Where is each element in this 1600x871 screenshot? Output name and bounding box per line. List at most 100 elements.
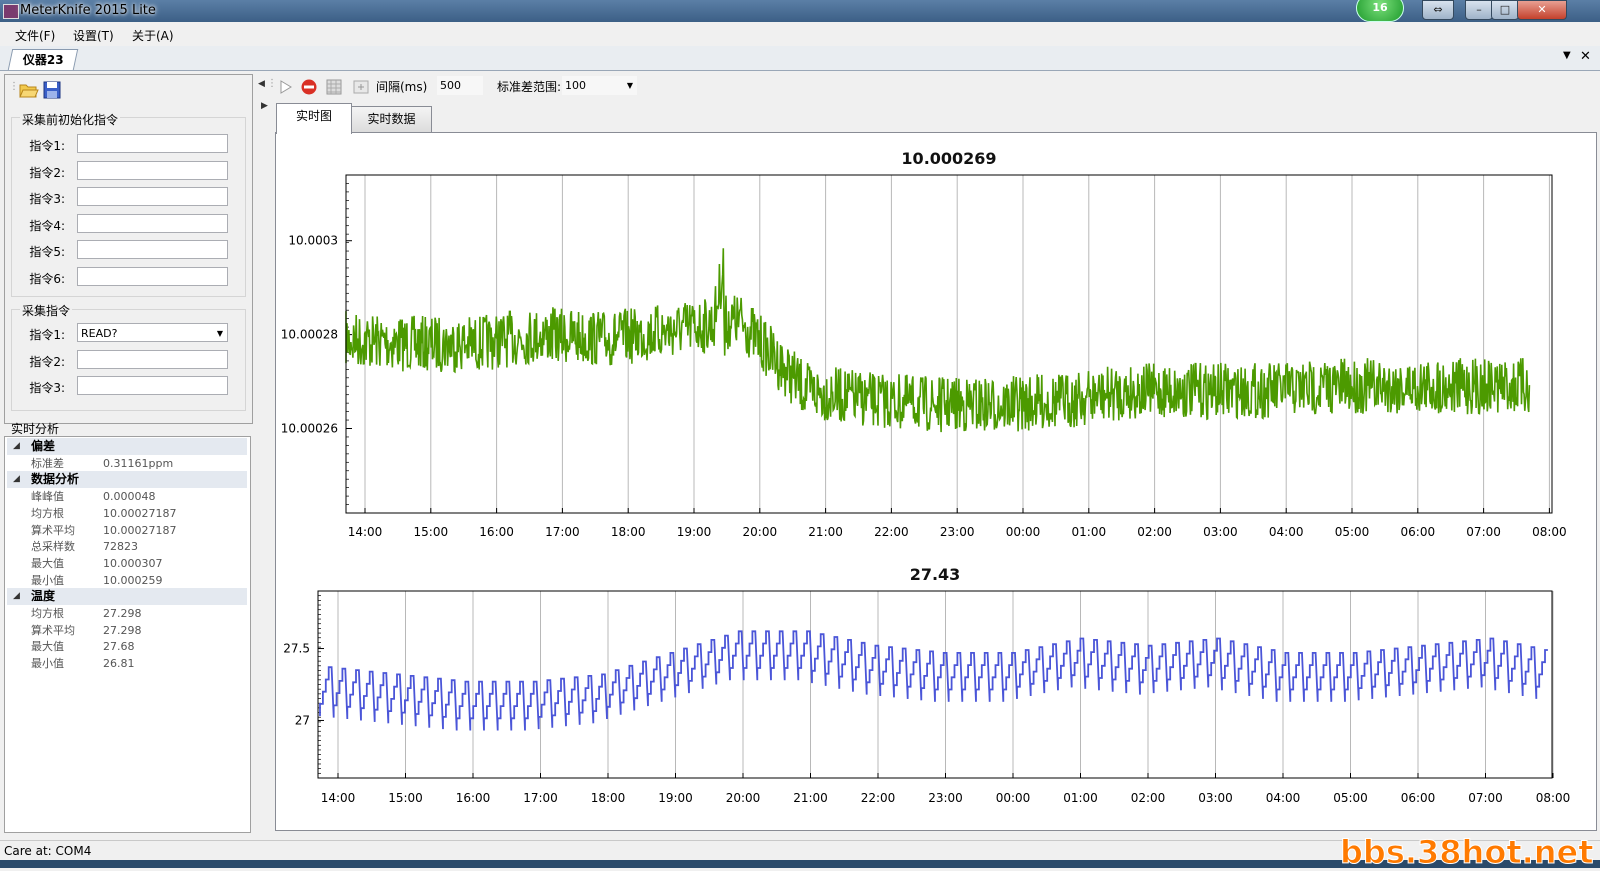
x-tick-label: 14:00 <box>348 525 383 539</box>
analysis-grid: ◢ 偏差 标准差 0.31161ppm ◢ 数据分析 峰峰值 0.000048 均方根 10.00… <box>4 436 251 833</box>
menu-settings[interactable]: 设置(T) <box>73 27 114 44</box>
std-range-select[interactable]: 100 ▼ <box>562 76 637 95</box>
tab-realtime-chart-label: 实时图 <box>295 109 332 123</box>
export-icon[interactable] <box>353 79 369 95</box>
acq_group-input-1[interactable]: READ? ▼ <box>77 323 228 342</box>
menu-about[interactable]: 关于(A) <box>132 27 174 44</box>
grid-icon[interactable] <box>326 79 342 95</box>
analysis-category-label: 偏差 <box>31 439 56 453</box>
acq_group-label-3: 指令3: <box>29 381 65 395</box>
analysis-row-label: 均方根 <box>31 607 64 620</box>
std-range-label: 标准差范围: <box>497 80 562 94</box>
std-range-value: 100 <box>565 79 586 92</box>
chevron-down-icon: ▼ <box>626 81 633 90</box>
x-tick-label: 15:00 <box>414 525 449 539</box>
analysis-row-value: 26.81 <box>103 657 135 671</box>
x-tick-label: 01:00 <box>1072 525 1107 539</box>
menu-bar: 文件(F) 设置(T) 关于(A) <box>0 22 1600 46</box>
x-tick-label: 06:00 <box>1401 791 1436 805</box>
tab-realtime-data[interactable]: 实时数据 <box>351 106 432 132</box>
stop-icon[interactable] <box>301 79 317 95</box>
init_group-label-2: 指令2: <box>29 165 65 180</box>
analysis-row-label: 算术平均 <box>31 523 75 537</box>
acq_group-label-1: 指令1: <box>29 328 65 342</box>
notification-badge: 16 <box>1356 0 1404 22</box>
x-tick-label: 16:00 <box>456 791 491 805</box>
open-folder-icon[interactable] <box>19 81 39 99</box>
analysis-category[interactable]: ◢ 温度 <box>7 588 247 606</box>
x-tick-label: 07:00 <box>1468 791 1503 805</box>
menu-file[interactable]: 文件(F) <box>15 27 55 44</box>
expand-right-icon[interactable]: ▶ <box>261 101 268 111</box>
x-tick-label: 19:00 <box>658 791 693 805</box>
analysis-row: 算术平均 27.298 <box>7 622 247 639</box>
analysis-row: 均方根 10.00027187 <box>7 505 247 522</box>
x-tick-label: 17:00 <box>545 525 580 539</box>
minimize-button[interactable]: – <box>1465 0 1493 20</box>
init_group-input-5[interactable] <box>77 240 228 259</box>
init_group-label-1: 指令1: <box>29 139 65 153</box>
collapse-triangle-icon[interactable]: ◢ <box>13 471 20 488</box>
save-icon[interactable] <box>43 81 61 99</box>
init_group-input-2[interactable] <box>77 160 228 180</box>
x-tick-label: 19:00 <box>677 525 712 539</box>
init_group-input-6[interactable] <box>77 266 228 286</box>
analysis-category[interactable]: ◢ 偏差 <box>7 438 247 455</box>
tab-instrument[interactable]: 仪器23 <box>7 49 79 70</box>
command-panel: ⋮ 采集前初始化指令 采集指令 指令1: 指令2: 指令3: 指令4: 指令5: 指令6:… <box>4 74 253 424</box>
x-tick-label: 08:00 <box>1532 525 1567 539</box>
acq-group-title: 采集指令 <box>20 302 73 319</box>
x-tick-label: 04:00 <box>1266 791 1301 805</box>
x-tick-label: 21:00 <box>793 791 828 805</box>
watermark: bbs.38hot.net <box>1340 833 1595 871</box>
play-icon[interactable] <box>278 79 294 95</box>
analysis-row-label: 均方根 <box>31 506 64 520</box>
analysis-row-label: 总采样数 <box>31 540 75 554</box>
acq_group-input-3[interactable] <box>77 376 228 395</box>
analysis-row-value: 72823 <box>103 540 138 554</box>
analysis-row-value: 27.68 <box>103 640 135 654</box>
analysis-row-label: 最小值 <box>31 657 64 671</box>
x-tick-label: 08:00 <box>1536 791 1571 805</box>
chevron-down-icon: ▼ <box>216 329 223 338</box>
collapse-triangle-icon[interactable]: ◢ <box>13 438 20 455</box>
analysis-row: 总采样数 72823 <box>7 538 247 555</box>
x-tick-label: 18:00 <box>591 791 626 805</box>
chevron-down-icon[interactable]: ▼ <box>1563 50 1571 61</box>
x-tick-label: 17:00 <box>523 791 558 805</box>
swap-icon[interactable]: ⇔ <box>1422 0 1454 20</box>
title-bar: MeterKnife 2015 Lite 16 ⇔ – □ ✕ <box>0 0 1600 22</box>
init_group-label-5: 指令5: <box>29 245 65 259</box>
x-tick-label: 20:00 <box>726 791 761 805</box>
analysis-category-label: 温度 <box>31 589 56 604</box>
y-tick-label: 27.5 <box>283 642 310 656</box>
y-tick-label: 10.00028 <box>281 328 338 342</box>
x-tick-label: 18:00 <box>611 525 646 539</box>
analysis-title: 实时分析 <box>11 422 60 436</box>
tab-realtime-chart[interactable]: 实时图 <box>276 103 352 134</box>
acq_group-input-2[interactable] <box>77 349 228 369</box>
interval-input[interactable]: 500 <box>437 76 483 95</box>
analysis-row-value: 0.000048 <box>103 490 156 504</box>
status-text: Care at: COM4 <box>4 844 92 858</box>
init_group-input-1[interactable] <box>77 134 228 153</box>
init-group-title: 采集前初始化指令 <box>20 111 121 128</box>
analysis-category[interactable]: ◢ 数据分析 <box>7 471 247 489</box>
maximize-button[interactable]: □ <box>1491 0 1519 20</box>
close-button[interactable]: ✕ <box>1517 0 1567 20</box>
x-tick-label: 23:00 <box>928 791 963 805</box>
analysis-row-label: 最大值 <box>31 556 64 570</box>
collapse-triangle-icon[interactable]: ◢ <box>13 588 20 605</box>
x-tick-label: 07:00 <box>1466 525 1501 539</box>
x-tick-label: 06:00 <box>1401 525 1436 539</box>
analysis-row: 均方根 27.298 <box>7 605 247 622</box>
chart-title: 27.43 <box>910 565 961 584</box>
close-icon[interactable]: ✕ <box>1580 49 1591 64</box>
init_group-input-4[interactable] <box>77 213 228 233</box>
init_group-input-3[interactable] <box>77 187 228 206</box>
charts-svg: 10.000269 14:00 15:00 16:00 17:00 18:00 19:00 2… <box>281 149 1571 805</box>
analysis-row: 算术平均 10.00027187 <box>7 522 247 539</box>
tab-instrument-label: 仪器23 <box>22 53 64 67</box>
y-tick-label: 10.0003 <box>288 234 338 248</box>
x-tick-label: 14:00 <box>321 791 356 805</box>
